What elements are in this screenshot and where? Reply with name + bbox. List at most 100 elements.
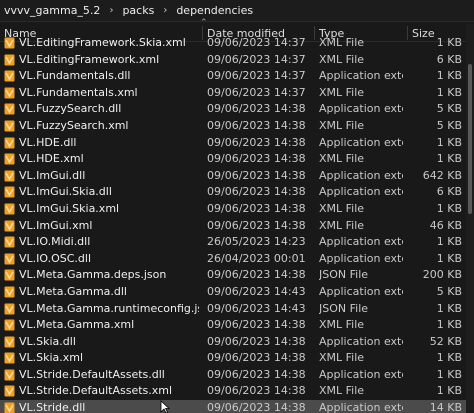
file-name: VL.HDE.xml — [19, 152, 84, 166]
file-date: 09/06/2023 14:37 — [207, 69, 306, 83]
file-type: JSON File — [319, 268, 369, 282]
file-date: 09/06/2023 14:38 — [207, 334, 306, 348]
file-type: XML File — [319, 52, 365, 66]
file-name: VL.ImGui.Skia.dll — [19, 185, 112, 199]
file-row[interactable]: VL.Stride.DefaultAssets.xml 09/06/2023 14… — [0, 383, 474, 400]
file-date: 09/06/2023 14:38 — [207, 102, 306, 116]
json-file-icon — [4, 269, 15, 281]
file-row[interactable]: VL.Meta.Gamma.runtimeconfig.json 09/06/20… — [0, 301, 474, 318]
file-row[interactable]: VL.HDE.dll 09/06/2023 14:38 Application ex… — [0, 135, 474, 152]
file-type: XML File — [319, 351, 365, 365]
xml-file-icon — [4, 87, 15, 99]
file-name: VL.Stride.DefaultAssets.dll — [19, 367, 165, 381]
file-row[interactable]: VL.ImGui.Skia.xml 09/06/2023 14:38 XML Fil… — [0, 201, 474, 218]
xml-file-icon — [4, 153, 15, 165]
xml-file-icon — [4, 54, 15, 66]
file-row[interactable]: VL.ImGui.dll 09/06/2023 14:38 Application … — [0, 168, 474, 185]
file-row[interactable]: VL.Stride.dll 09/06/2023 14:38 Application… — [0, 400, 474, 413]
breadcrumb-item-dependencies[interactable]: dependencies — [176, 4, 253, 17]
file-row[interactable]: VL.ImGui.xml 09/06/2023 14:38 XML File 46 K… — [0, 218, 474, 235]
file-row[interactable]: VL.Meta.Gamma.deps.json 09/06/2023 14:38 J… — [0, 267, 474, 284]
file-date: 09/06/2023 14:43 — [207, 284, 306, 298]
file-date: 09/06/2023 14:38 — [207, 367, 306, 381]
file-name: VL.Skia.xml — [19, 351, 84, 365]
file-size: 5 KB — [436, 284, 462, 298]
file-type: Application exten... — [319, 334, 403, 348]
file-name: VL.IO.Midi.dll — [19, 235, 91, 249]
file-size: 1 KB — [436, 36, 462, 49]
file-type: Application exten... — [319, 251, 403, 265]
xml-file-icon — [4, 319, 15, 331]
file-row[interactable]: VL.IO.Midi.dll 26/05/2023 14:23 Applicatio… — [0, 234, 474, 251]
file-date: 09/06/2023 14:43 — [207, 301, 306, 315]
xml-file-icon — [4, 203, 15, 215]
file-size: 1 KB — [436, 69, 462, 83]
file-row[interactable]: VL.ImGui.Skia.dll 09/06/2023 14:38 Applica… — [0, 184, 474, 201]
file-row[interactable]: VL.Fundamentals.dll 09/06/2023 14:37 Appli… — [0, 68, 474, 85]
file-type: XML File — [319, 118, 365, 132]
file-date: 09/06/2023 14:38 — [207, 135, 306, 149]
file-size: 52 KB — [429, 334, 462, 348]
breadcrumb-item-packs[interactable]: packs — [122, 4, 154, 17]
file-type: Application exten... — [319, 235, 403, 249]
file-row[interactable]: VL.Skia.dll 09/06/2023 14:38 Application e… — [0, 334, 474, 351]
file-size: 1 KB — [436, 318, 462, 332]
file-size: 46 KB — [429, 218, 462, 232]
file-row[interactable]: VL.FuzzySearch.xml 09/06/2023 14:38 XML Fi… — [0, 118, 474, 135]
xml-file-icon — [4, 220, 15, 232]
dll-file-icon — [4, 253, 15, 265]
file-row[interactable]: VL.Fundamentals.xml 09/06/2023 14:37 XML F… — [0, 85, 474, 102]
file-name: VL.Meta.Gamma.dll — [19, 284, 127, 298]
file-row[interactable]: VL.Stride.DefaultAssets.dll 09/06/2023 14… — [0, 367, 474, 384]
file-size: 1 KB — [436, 251, 462, 265]
json-file-icon — [4, 303, 15, 314]
xml-file-icon — [4, 352, 15, 364]
dll-file-icon — [4, 402, 15, 413]
file-size: 1 KB — [436, 152, 462, 166]
file-size: 14 KB — [429, 401, 462, 413]
dll-file-icon — [4, 170, 15, 182]
file-name: VL.Meta.Gamma.xml — [19, 318, 135, 332]
file-row[interactable]: VL.FuzzySearch.dll 09/06/2023 14:38 Applic… — [0, 101, 474, 118]
xml-file-icon — [4, 37, 15, 49]
file-row[interactable]: VL.Meta.Gamma.dll 09/06/2023 14:43 Applica… — [0, 284, 474, 301]
file-type: XML File — [319, 85, 365, 99]
file-size: 1 KB — [436, 351, 462, 365]
file-date: 09/06/2023 14:37 — [207, 85, 306, 99]
file-name: VL.ImGui.dll — [19, 168, 86, 182]
file-name: VL.HDE.dll — [19, 135, 77, 149]
file-name: VL.Meta.Gamma.deps.json — [19, 268, 167, 282]
file-name: VL.Skia.dll — [19, 334, 76, 348]
vertical-scrollbar[interactable] — [466, 24, 474, 413]
file-date: 09/06/2023 14:38 — [207, 185, 306, 199]
file-row[interactable]: VL.HDE.xml 09/06/2023 14:38 XML File 1 KB — [0, 151, 474, 168]
xml-file-icon — [4, 120, 15, 132]
file-date: 09/06/2023 14:38 — [207, 168, 306, 182]
dll-file-icon — [4, 336, 15, 348]
file-row[interactable]: VL.EditingFramework.xml 09/06/2023 14:37 X… — [0, 52, 474, 69]
file-name: VL.Stride.DefaultAssets.xml — [19, 384, 173, 398]
file-date: 09/06/2023 14:38 — [207, 384, 306, 398]
file-type: XML File — [319, 218, 365, 232]
dll-file-icon — [4, 137, 15, 149]
file-name: VL.Fundamentals.xml — [19, 85, 138, 99]
file-type: Application exten... — [319, 284, 403, 298]
scrollbar-thumb[interactable] — [468, 64, 472, 214]
file-name: VL.FuzzySearch.dll — [19, 102, 122, 116]
breadcrumb-item-root[interactable]: vvvv_gamma_5.2 — [4, 4, 100, 17]
file-row[interactable]: VL.Skia.xml 09/06/2023 14:38 XML File 1 KB — [0, 350, 474, 367]
file-row[interactable]: VL.IO.OSC.dll 26/04/2023 00:01 Application… — [0, 251, 474, 268]
file-size: 1 KB — [436, 135, 462, 149]
file-date: 09/06/2023 14:38 — [207, 318, 306, 332]
dll-file-icon — [4, 103, 15, 115]
file-name: VL.ImGui.Skia.xml — [19, 201, 120, 215]
breadcrumb-separator-icon[interactable]: › — [154, 5, 176, 16]
breadcrumb: vvvv_gamma_5.2 › packs › dependencies — [0, 0, 474, 22]
file-date: 09/06/2023 14:38 — [207, 401, 306, 413]
file-date: 09/06/2023 14:37 — [207, 52, 306, 66]
breadcrumb-separator-icon[interactable]: › — [100, 5, 122, 16]
file-row[interactable]: VL.EditingFramework.Skia.xml 09/06/2023 1… — [0, 35, 474, 52]
file-name: VL.EditingFramework.xml — [19, 52, 160, 66]
dll-file-icon — [4, 186, 15, 198]
file-row[interactable]: VL.Meta.Gamma.xml 09/06/2023 14:38 XML Fil… — [0, 317, 474, 334]
